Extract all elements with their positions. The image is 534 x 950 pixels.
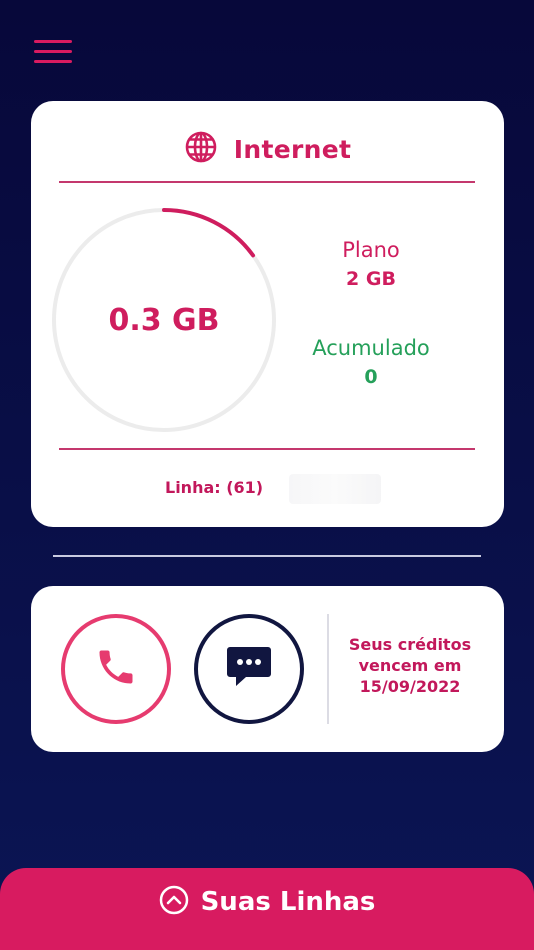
globe-icon: [184, 130, 218, 168]
chat-bubble-icon: [226, 645, 272, 693]
line-number-redacted: [289, 474, 381, 504]
actions-card: Seus créditos vencem em 15/09/2022: [31, 586, 504, 752]
header-divider: [59, 181, 475, 183]
chevron-up-circle-icon: [159, 885, 189, 919]
line-label: Linha: (61): [165, 478, 264, 497]
internet-card: Internet 0.3 GB Plano 2 GB Acumulado 0 L…: [31, 101, 504, 527]
your-lines-label: Suas Linhas: [200, 887, 376, 917]
plan-value: 2 GB: [346, 268, 396, 290]
accumulated-label: Acumulado: [312, 336, 430, 360]
plan-stat: Plano 2 GB: [287, 238, 455, 290]
footer-divider: [59, 448, 475, 450]
plan-label: Plano: [342, 238, 400, 262]
internet-title: Internet: [233, 134, 352, 164]
phone-icon: [94, 645, 138, 693]
message-button[interactable]: [194, 614, 304, 724]
call-button[interactable]: [61, 614, 171, 724]
data-usage-gauge: 0.3 GB: [51, 207, 277, 433]
usage-value: 0.3 GB: [108, 302, 220, 338]
actions-divider: [327, 614, 329, 724]
internet-card-header: Internet: [31, 129, 504, 169]
your-lines-button[interactable]: Suas Linhas: [0, 868, 534, 950]
hamburger-menu-icon[interactable]: [34, 38, 72, 66]
accumulated-stat: Acumulado 0: [287, 336, 455, 388]
section-separator: [53, 555, 481, 557]
credits-expiry-text: Seus créditos vencem em 15/09/2022: [348, 635, 472, 696]
accumulated-value: 0: [364, 366, 378, 388]
